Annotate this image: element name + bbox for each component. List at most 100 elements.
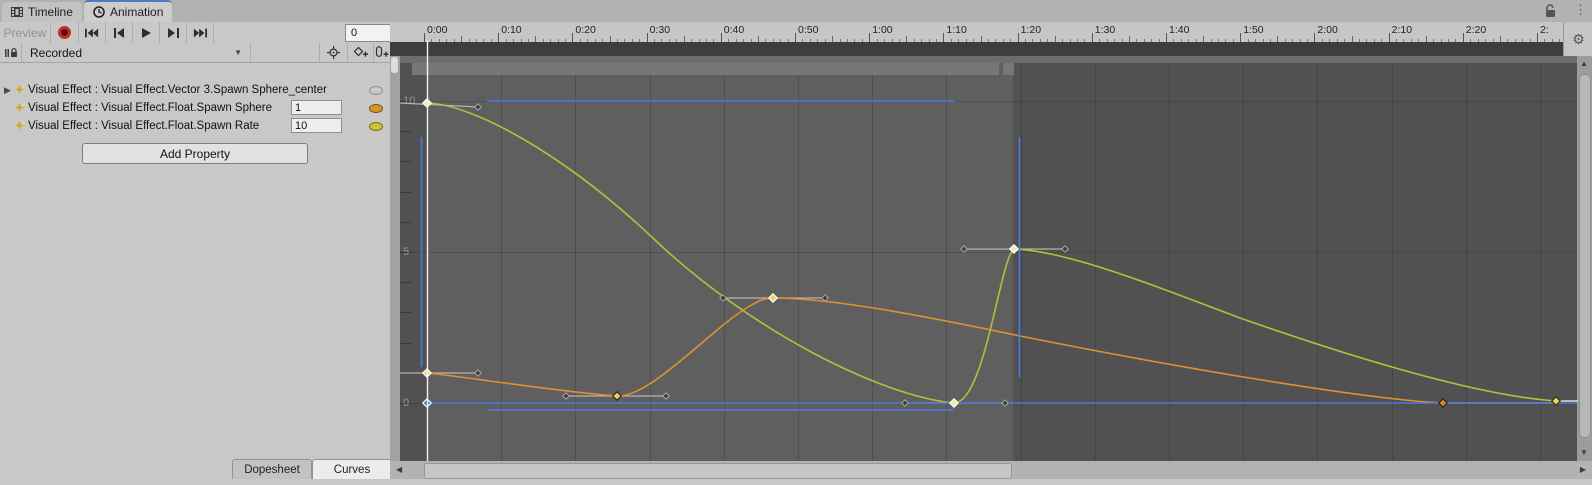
ruler-tick <box>943 33 945 42</box>
tab-curves[interactable]: Curves <box>312 459 392 479</box>
step-forward-icon <box>167 27 179 38</box>
go-to-start-button[interactable] <box>79 22 106 43</box>
ruler-label: 2:10 <box>1391 24 1413 36</box>
grid-line <box>1317 63 1319 461</box>
scroll-up-icon[interactable]: ▲ <box>1580 60 1588 68</box>
clip-toolbar: Recorded ▼ <box>0 43 390 63</box>
ruler-label: 2:00 <box>1317 24 1338 36</box>
kebab-menu-icon[interactable]: ⋮ <box>1574 2 1587 18</box>
ruler-label: 0:20 <box>575 24 596 36</box>
filter-by-selection-button[interactable] <box>320 43 348 62</box>
ruler-tick <box>1017 33 1019 42</box>
grid-line <box>400 161 412 163</box>
film-icon <box>11 7 23 17</box>
grid-line <box>501 63 503 461</box>
grid-line <box>400 372 412 374</box>
previous-frame-button[interactable] <box>106 22 133 43</box>
link-lock-button[interactable] <box>0 43 22 62</box>
play-button[interactable] <box>133 22 160 43</box>
scroll-down-icon[interactable]: ▼ <box>1580 449 1588 457</box>
value-axis-label: 0 <box>403 397 410 409</box>
ruler-tick <box>869 33 871 42</box>
tab-timeline[interactable]: Timeline <box>2 2 82 22</box>
go-to-end-button[interactable] <box>187 22 214 43</box>
grid-line <box>1020 63 1022 461</box>
ruler-label: 2: <box>1540 24 1549 36</box>
grid-line <box>400 403 1577 404</box>
tab-curves-label: Curves <box>333 463 371 476</box>
tab-timeline-label: Timeline <box>28 5 73 19</box>
value-zoom-bar[interactable] <box>390 56 400 461</box>
value-axis-label: 5 <box>403 246 410 258</box>
step-back-icon <box>113 27 125 38</box>
grid-line <box>1169 63 1170 461</box>
grid-line <box>946 63 948 461</box>
add-keyframe-button[interactable] <box>348 43 374 62</box>
time-zoom-handle-cap[interactable] <box>1003 63 1014 75</box>
record-button[interactable] <box>51 22 79 43</box>
ruler-tick <box>424 33 425 42</box>
property-row-spawn-rate[interactable]: Visual Effect : Visual Effect.Float.Spaw… <box>0 117 390 135</box>
property-value-input[interactable] <box>291 100 342 115</box>
grid-line <box>649 63 651 461</box>
clock-icon <box>93 6 105 18</box>
tab-animation[interactable]: Animation <box>84 0 173 22</box>
value-axis-label: 10 <box>403 95 416 107</box>
property-value-input[interactable] <box>291 118 342 133</box>
ruler-tick <box>572 33 574 42</box>
visual-effect-icon <box>14 120 26 132</box>
ruler-tick <box>1091 33 1093 42</box>
ruler-tick <box>795 33 796 42</box>
skip-to-start-icon <box>85 28 99 38</box>
vertical-scrollbar[interactable]: ▲ ▼ <box>1577 56 1592 461</box>
clip-selector[interactable]: Recorded ▼ <box>22 43 251 62</box>
grid-line <box>798 63 799 461</box>
target-icon <box>327 46 340 59</box>
horizontal-scrollbar[interactable]: ◀ ▶ <box>390 461 1592 479</box>
scroll-left-icon[interactable]: ◀ <box>396 466 402 474</box>
grid-line <box>427 63 428 461</box>
ruler-tick <box>1240 33 1242 42</box>
scroll-right-icon[interactable]: ▶ <box>1580 466 1586 474</box>
add-event-button[interactable] <box>374 43 390 62</box>
grid-line <box>1391 63 1393 461</box>
ruler-tick <box>1388 33 1390 42</box>
add-property-button[interactable]: Add Property <box>82 143 308 164</box>
grid-line <box>400 342 412 344</box>
time-zoom-handle[interactable] <box>412 63 999 75</box>
horizontal-scrollbar-thumb[interactable] <box>424 463 1012 479</box>
preview-button[interactable]: Preview <box>0 22 51 43</box>
property-row-spawn-sphere-center[interactable]: ▶ Visual Effect : Visual Effect.Vector 3… <box>0 81 390 99</box>
foldout-arrow-icon[interactable]: ▶ <box>4 85 11 96</box>
grid-line <box>400 131 412 133</box>
unlock-icon[interactable] <box>1544 4 1557 18</box>
ruler-tick <box>1537 33 1538 42</box>
clip-range-region <box>427 56 1013 461</box>
grid-line <box>400 191 412 193</box>
grid-line <box>400 221 412 223</box>
tab-animation-label: Animation <box>110 5 164 19</box>
time-ruler[interactable]: 0:00 0:10 0:20 0:30 0:40 0:50 1:00 1:10 1:20 1:30… <box>390 22 1563 43</box>
property-row-spawn-sphere[interactable]: Visual Effect : Visual Effect.Float.Spaw… <box>0 99 390 117</box>
tab-dopesheet[interactable]: Dopesheet <box>232 459 312 479</box>
grid-line <box>1094 63 1096 461</box>
next-frame-button[interactable] <box>160 22 187 43</box>
zoom-bar-end-cap[interactable] <box>391 57 398 73</box>
curve-indicator <box>369 122 383 131</box>
grid-line <box>1465 63 1467 461</box>
frame-input[interactable] <box>345 24 394 42</box>
curve-editor-settings[interactable]: ⚙ <box>1563 22 1592 56</box>
ruler-label: 2:20 <box>1465 24 1487 36</box>
ruler-tick <box>498 33 500 42</box>
record-icon <box>58 26 71 39</box>
ruler-label: 0:40 <box>723 24 745 36</box>
ruler-label: 1:10 <box>946 24 967 36</box>
ruler-tick <box>1166 33 1167 42</box>
property-label: Visual Effect : Visual Effect.Vector 3.S… <box>28 84 327 96</box>
gear-icon[interactable]: ⚙ <box>1572 31 1585 48</box>
ruler-tick <box>1462 33 1464 42</box>
vertical-scrollbar-thumb[interactable] <box>1579 74 1591 438</box>
time-zoom-track[interactable] <box>400 56 1577 63</box>
grid-line <box>400 252 1577 253</box>
tab-dopesheet-label: Dopesheet <box>244 463 300 476</box>
